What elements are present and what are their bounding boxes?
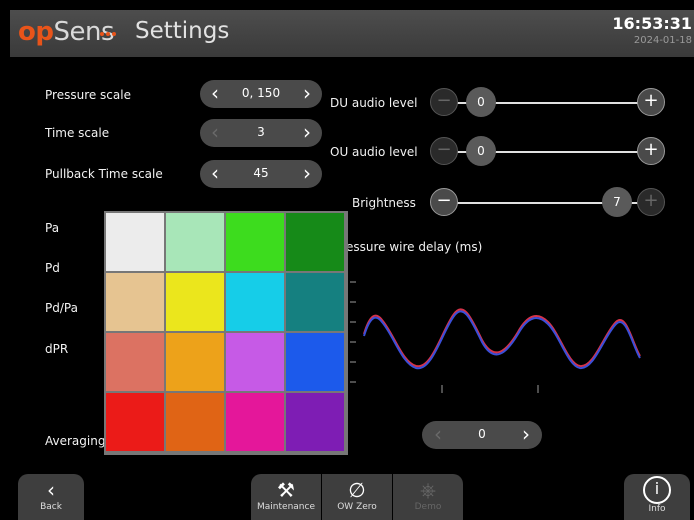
- ou-audio-knob[interactable]: 0: [466, 136, 496, 166]
- maintenance-label: Maintenance: [257, 502, 315, 512]
- minus-icon[interactable]: −: [430, 137, 458, 165]
- wire-delay-stepper: ‹ 0 ›: [422, 421, 542, 449]
- waveform-preview: [350, 281, 641, 393]
- plus-icon[interactable]: +: [637, 88, 665, 116]
- chevron-left-icon: ‹: [47, 478, 55, 502]
- pressure-scale-stepper: ‹ 0, 150 ›: [200, 80, 322, 108]
- logo-dots: [100, 21, 122, 36]
- color-palette-popup: [104, 211, 348, 455]
- pullback-time-scale-label: Pullback Time scale: [45, 167, 163, 181]
- plus-icon[interactable]: +: [637, 188, 665, 216]
- color-swatch[interactable]: [226, 213, 284, 271]
- demo-label: Demo: [414, 502, 442, 512]
- header-bar: opSens Settings 16:53:31 2024-01-18: [10, 10, 694, 57]
- wrench-screwdriver-icon: ⚒: [277, 478, 295, 502]
- ow-zero-button[interactable]: ∅ OW Zero: [322, 474, 392, 520]
- clock-date: 2024-01-18: [633, 35, 692, 46]
- red-wave-line: [363, 308, 641, 368]
- color-swatch[interactable]: [166, 213, 224, 271]
- preview-axis-ticks: [350, 281, 539, 393]
- blue-wave-line: [363, 310, 641, 370]
- signal-label-pdpa: Pd/Pa: [45, 301, 78, 315]
- color-swatch[interactable]: [166, 393, 224, 451]
- minus-icon[interactable]: −: [430, 88, 458, 116]
- color-swatch[interactable]: [106, 333, 164, 391]
- brightness-knob[interactable]: 7: [602, 187, 632, 217]
- time-scale-stepper: ‹ 3 ›: [200, 119, 322, 147]
- color-swatch[interactable]: [286, 333, 344, 391]
- color-swatch[interactable]: [286, 273, 344, 331]
- time-scale-label: Time scale: [45, 126, 110, 140]
- maintenance-button[interactable]: ⚒ Maintenance: [251, 474, 321, 520]
- signal-label-pa: Pa: [45, 221, 60, 235]
- demo-chart-icon: ⎈: [420, 478, 436, 502]
- ou-audio-label: OU audio level: [330, 145, 418, 159]
- back-button[interactable]: ‹ Back: [18, 474, 84, 520]
- chevron-right-icon[interactable]: ›: [297, 81, 317, 105]
- pressure-scale-label: Pressure scale: [45, 88, 131, 102]
- minus-icon[interactable]: −: [430, 188, 458, 216]
- chevron-right-icon[interactable]: ›: [297, 120, 317, 144]
- chevron-right-icon[interactable]: ›: [297, 161, 317, 185]
- color-swatch[interactable]: [286, 213, 344, 271]
- clock: 16:53:31 2024-01-18: [612, 14, 692, 46]
- info-label: Info: [648, 504, 666, 514]
- info-button[interactable]: i Info: [624, 474, 690, 520]
- signal-label-pd: Pd: [45, 261, 60, 275]
- color-swatch[interactable]: [166, 273, 224, 331]
- plus-icon[interactable]: +: [637, 137, 665, 165]
- ow-zero-label: OW Zero: [337, 502, 377, 512]
- page-title: Settings: [135, 18, 230, 44]
- wire-delay-label: essure wire delay (ms): [346, 240, 483, 254]
- brightness-label: Brightness: [352, 196, 416, 210]
- demo-button[interactable]: ⎈ Demo: [393, 474, 463, 520]
- signal-label-dpr: dPR: [45, 342, 69, 356]
- color-swatch[interactable]: [226, 393, 284, 451]
- color-swatch[interactable]: [286, 393, 344, 451]
- du-audio-knob[interactable]: 0: [466, 87, 496, 117]
- color-swatch[interactable]: [106, 393, 164, 451]
- color-swatch[interactable]: [226, 333, 284, 391]
- info-icon: i: [643, 476, 671, 504]
- zero-slash-icon: ∅: [348, 478, 366, 502]
- chevron-right-icon[interactable]: ›: [516, 422, 536, 446]
- averaging-label: Averaging: [45, 434, 106, 448]
- color-swatch[interactable]: [226, 273, 284, 331]
- color-swatch[interactable]: [106, 213, 164, 271]
- pullback-time-scale-stepper: ‹ 45 ›: [200, 160, 322, 188]
- du-audio-label: DU audio level: [330, 96, 418, 110]
- color-swatch[interactable]: [166, 333, 224, 391]
- color-swatch[interactable]: [106, 273, 164, 331]
- back-label: Back: [40, 502, 62, 512]
- clock-time: 16:53:31: [612, 14, 692, 33]
